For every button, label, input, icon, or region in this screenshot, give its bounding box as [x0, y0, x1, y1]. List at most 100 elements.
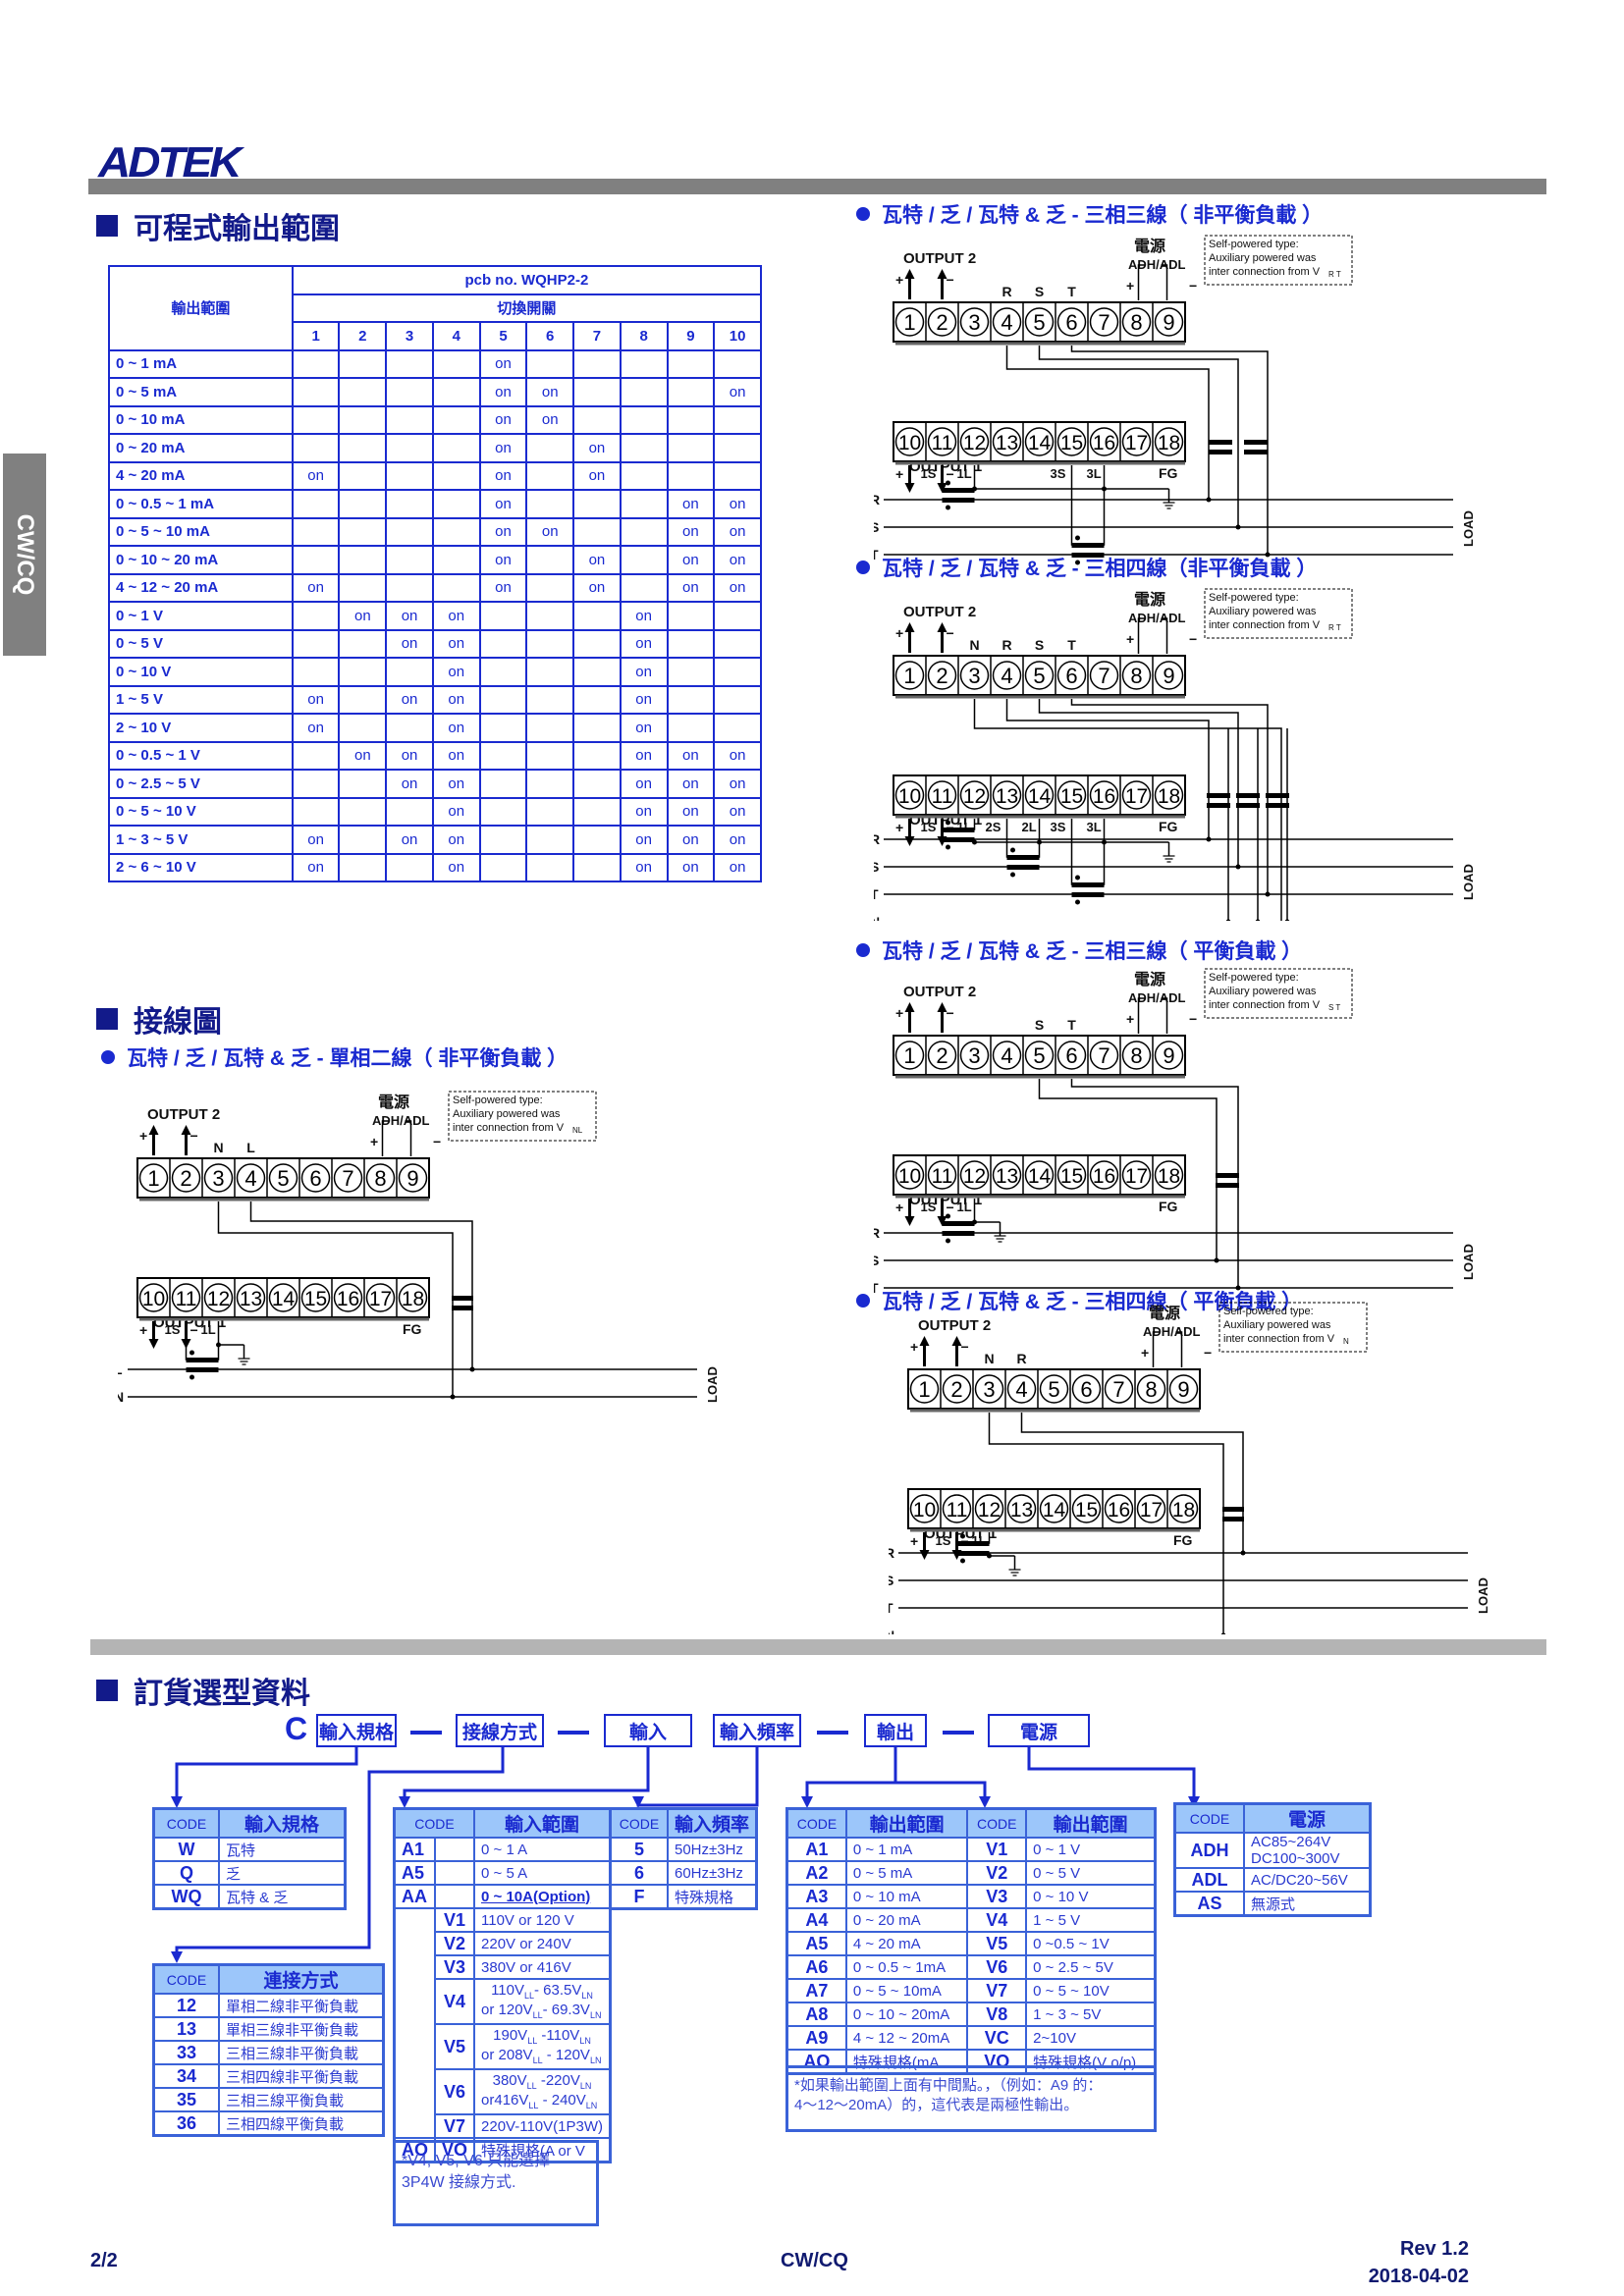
- table-row: ADH AC85~264V DC100~300V: [1173, 1832, 1372, 1869]
- table-row: Q乏: [152, 1860, 347, 1886]
- square-bullet-icon: [96, 215, 118, 237]
- model-box-power: 電源: [988, 1714, 1090, 1747]
- arrow-up-icon: [919, 1336, 930, 1346]
- wiring-diagram-3p4w-unbalanced: OUTPUT 2OUTPUT 1+−+−電源ADH/ADL+−Self-powe…: [842, 587, 1512, 930]
- switch-row: 0 ~ 0.5 ~ 1 mA on on on: [108, 489, 762, 519]
- table-header-row: CODE 連接方式: [152, 1963, 385, 1995]
- ct-label: 1S: [165, 1322, 181, 1337]
- switch-cell: on: [478, 377, 528, 407]
- junction-dot: [1225, 919, 1231, 925]
- table-row: 35 三相三線平衡負載: [152, 2087, 385, 2112]
- value-cell: 110V or 120 V: [473, 1907, 612, 1933]
- code-cell: 35: [152, 2087, 220, 2112]
- model-box-input: 輸入: [604, 1714, 692, 1747]
- switch-number: 1: [291, 321, 341, 351]
- switch-number: 10: [713, 321, 762, 351]
- terminal-number: 4: [1001, 1043, 1012, 1068]
- switch-cell: [525, 852, 575, 882]
- ct-label: 1S: [921, 466, 937, 481]
- plus-sign: +: [895, 1005, 903, 1021]
- switch-cell: [666, 601, 716, 631]
- model-prefix: C: [285, 1711, 308, 1746]
- ct-label: 2L: [1022, 820, 1037, 834]
- self-powered-text: Self-powered type:: [1223, 1306, 1314, 1317]
- switch-row: 1 ~ 3 ~ 5 Von on on on on on: [108, 825, 762, 855]
- minus-sign: −: [947, 466, 954, 482]
- value-cell: 220V or 240V: [473, 1931, 612, 1956]
- terminal-number: 5: [1048, 1377, 1059, 1402]
- switch-cell: [385, 460, 434, 491]
- table-header-row: CODE 輸入規格: [152, 1807, 347, 1839]
- terminal-number: 18: [1172, 1499, 1195, 1522]
- power-label: 電源: [1134, 590, 1165, 609]
- terminal-number: 15: [1060, 432, 1083, 454]
- switch-cell: [338, 657, 388, 687]
- switch-cell: [666, 684, 716, 715]
- line-label: T: [874, 1280, 879, 1296]
- output-range-table: CODE 輸出範圍 CODE 輸出範圍 A1 0 ~ 1 mA V1 0 ~ 1 V A2 0 ~…: [785, 1807, 1157, 2075]
- junction-dot: [987, 1553, 992, 1559]
- code-header: CODE: [152, 1963, 220, 1995]
- switch-cell: [572, 852, 622, 882]
- wiring-diagram-3p4w-balanced: OUTPUT 2OUTPUT 1+−+−電源ADH/ADL+−Self-powe…: [857, 1301, 1527, 1643]
- ct-core-icon: [1071, 553, 1105, 558]
- phase-label: T: [1067, 637, 1076, 653]
- section-title: 可程式輸出範圍: [134, 213, 340, 245]
- phase-label: R: [1001, 284, 1011, 299]
- switch-cell: [666, 460, 716, 491]
- pt-core-icon: [452, 1296, 473, 1301]
- fg-label: FG: [403, 1321, 422, 1337]
- switch-cell: [431, 516, 481, 547]
- line-label: L: [118, 1362, 123, 1377]
- input-spec-table: CODE 輸入規格 W 瓦特 Q 乏 WQ 瓦特 & 乏: [152, 1807, 347, 1910]
- switch-cell: [572, 404, 622, 435]
- minus-sign: −: [1189, 631, 1197, 647]
- switch-cell: [385, 852, 434, 882]
- model-box-connection: 接線方式: [456, 1714, 544, 1747]
- input-range-table: CODE 輸入範圍 A1 0 ~ 1 A A5 0 ~ 5 A AA 0 ~ 10A(Opti…: [393, 1807, 612, 2163]
- table-row: 5 50Hz±3Hz: [609, 1837, 758, 1862]
- range-label: 0 ~ 5 mA: [108, 377, 294, 407]
- switch-cell: on: [431, 628, 481, 659]
- code-cell: 5: [609, 1837, 669, 1862]
- switch-cell: [431, 489, 481, 519]
- terminal-number: 14: [272, 1288, 296, 1310]
- load-label: LOAD: [1476, 1577, 1490, 1614]
- terminal-number: 5: [1033, 664, 1045, 688]
- line-label: S: [889, 1573, 893, 1588]
- switch-row: 4 ~ 20 mA on on on: [108, 460, 762, 491]
- switch-cell: [338, 489, 388, 519]
- pt-core-icon: [452, 1306, 473, 1310]
- switch-cell: [666, 348, 716, 379]
- code-cell: AA: [393, 1884, 436, 1909]
- terminal-number: 2: [936, 1043, 947, 1068]
- side-tab-label: CW/CQ: [12, 513, 38, 596]
- terminal-number: 13: [996, 432, 1018, 454]
- value-cell: 單相三線非平衡負載: [218, 2016, 385, 2042]
- fg-label: FG: [1159, 465, 1178, 481]
- junction-dot: [1102, 839, 1107, 845]
- switch-cell: [525, 825, 575, 855]
- output-range-note: *如果輸出範圍上面有中間點。，（例如：A9 的： 4～12～20mA）的，這代表…: [785, 2065, 1157, 2132]
- code-cell: 12: [152, 1993, 220, 2018]
- value-cell: 0 ~ 10 mA: [844, 1884, 969, 1909]
- switch-cell: [385, 657, 434, 687]
- switch-cell: [572, 796, 622, 827]
- range-label: 2 ~ 6 ~ 10 V: [108, 852, 294, 882]
- footer-rev: Rev 1.2: [1399, 2238, 1469, 2260]
- output2-label: OUTPUT 2: [903, 984, 976, 1000]
- value-line: DC100~300V: [1251, 1850, 1340, 1867]
- arrow-up-icon: [904, 1002, 915, 1012]
- terminal-number: 10: [142, 1288, 165, 1310]
- phase-label: N: [213, 1140, 223, 1155]
- table-row: ADL AC/DC20~56V: [1173, 1867, 1372, 1893]
- bullet-icon: [856, 207, 870, 221]
- terminal-number: 11: [176, 1288, 197, 1310]
- terminal-number: 12: [963, 1165, 986, 1188]
- value-cell: 0 ~ 20 mA: [844, 1907, 969, 1933]
- switch-number: 8: [619, 321, 669, 351]
- ct-core-icon: [186, 1367, 219, 1372]
- table-row: 34 三相四線非平衡負載: [152, 2063, 385, 2089]
- terminal-number: 1: [903, 1043, 915, 1068]
- switch-cell: on: [713, 740, 762, 771]
